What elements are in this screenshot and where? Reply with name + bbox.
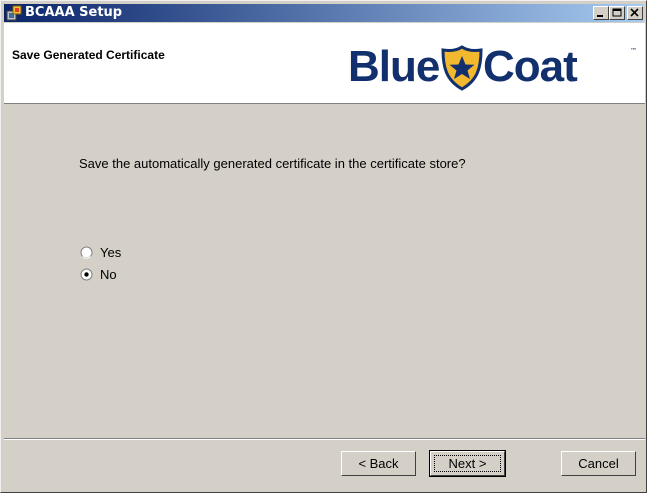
focus-rectangle xyxy=(434,455,501,472)
window-title: BCAAA Setup xyxy=(25,5,123,20)
radio-no-label: No xyxy=(100,267,117,282)
maximize-button[interactable] xyxy=(609,6,625,20)
next-button[interactable]: Next > xyxy=(429,450,506,477)
back-button[interactable]: < Back xyxy=(341,451,416,476)
shield-badge-icon xyxy=(441,45,483,91)
minimize-button[interactable] xyxy=(593,6,609,20)
certificate-question: Save the automatically generated certifi… xyxy=(79,156,466,171)
setup-window: BCAAA Setup Save Generated Certificate B… xyxy=(0,0,647,493)
logo-word-coat: Coat xyxy=(483,42,578,91)
page-title: Save Generated Certificate xyxy=(12,48,165,62)
back-button-label: < Back xyxy=(358,456,399,471)
cancel-button[interactable]: Cancel xyxy=(561,451,636,476)
bluecoat-logo: Blue Coat ™ xyxy=(344,38,640,96)
cancel-button-label: Cancel xyxy=(578,456,619,471)
footer-divider-highlight xyxy=(4,439,645,440)
logo-word-blue: Blue xyxy=(348,42,440,91)
close-icon xyxy=(630,8,639,17)
radio-checked-icon xyxy=(80,268,93,281)
radio-yes-label: Yes xyxy=(100,245,122,260)
title-bar[interactable]: BCAAA Setup xyxy=(4,4,643,22)
maximize-icon xyxy=(612,8,622,17)
radio-unchecked-icon xyxy=(80,246,93,259)
close-button[interactable] xyxy=(627,6,643,20)
trademark-symbol: ™ xyxy=(630,47,637,55)
setup-icon xyxy=(6,5,22,21)
minimize-icon xyxy=(597,15,603,17)
wizard-header: Save Generated Certificate Blue Coat ™ xyxy=(4,23,645,104)
